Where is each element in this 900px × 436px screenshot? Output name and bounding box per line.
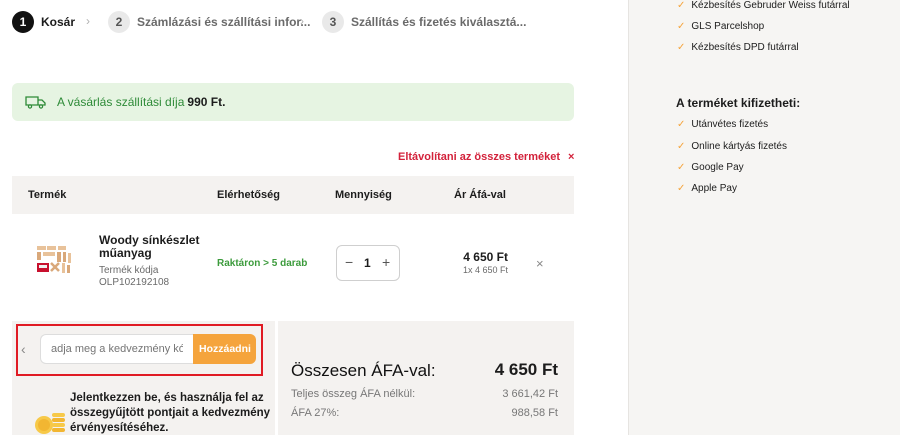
delivery-option-label: Kézbesítés Gebruder Weiss futárral [691,0,850,11]
payment-option: ✓ Utánvétes fizetés [677,119,768,130]
chevron-right-icon: › [300,14,304,28]
coupon-highlight-frame [16,324,263,376]
delivery-option: ✓ Kézbesítés DPD futárral [677,42,799,53]
remove-item-button[interactable]: × [536,256,544,271]
step-label: Számlázási és szállítási infor... [137,15,311,29]
step-number: 1 [12,11,34,33]
delivery-option: ✓ GLS Parcelshop [677,21,764,32]
shipping-fee-amount: 990 Ft. [187,95,226,109]
product-code-label: Termék kódja [99,265,159,276]
delivery-option: ✓ Kézbesítés Gebruder Weiss futárral [677,0,850,11]
payment-heading: A terméket kifizetheti: [676,96,801,110]
shipping-fee-banner: A vásárlás szállítási díja 990 Ft. [12,83,574,121]
step-label: Kosár [41,15,76,29]
total-without-vat-value: 3 661,42 Ft [502,388,558,400]
quantity-increase-button[interactable]: + [382,254,390,270]
truck-icon [25,96,46,109]
availability-status: Raktáron > 5 darab [217,258,308,269]
column-header-availability: Elérhetőség [217,189,280,201]
vat-value: 988,58 Ft [511,407,558,419]
quantity-decrease-button[interactable]: − [345,254,353,270]
step-cart[interactable]: 1 Kosár [12,10,75,34]
remove-all-button[interactable]: Eltávolítani az összes terméket × [398,151,574,163]
step-number: 3 [322,11,344,33]
payment-option-label: Google Pay [691,162,744,173]
payment-option-label: Utánvétes fizetés [691,119,769,130]
payment-option-label: Online kártyás fizetés [691,141,787,152]
check-icon: ✓ [677,183,686,194]
total-with-vat-value: 4 650 Ft [494,360,558,379]
quantity-stepper[interactable]: − 1 + [336,245,400,281]
quantity-value[interactable]: 1 [364,256,371,270]
check-icon: ✓ [677,119,686,130]
column-header-product: Termék [28,189,67,201]
total-without-vat-label: Teljes összeg ÁFA nélkül: [291,388,416,400]
product-code-value: OLP102192108 [99,277,170,288]
info-sidebar [628,0,900,435]
check-icon: ✓ [677,21,686,32]
payment-option: ✓ Online kártyás fizetés [677,141,787,152]
step-shipping-payment[interactable]: 3 Szállítás és fizetés kiválasztá... [322,10,526,34]
check-icon: ✓ [677,42,686,53]
payment-option: ✓ Google Pay [677,162,744,173]
total-with-vat-label: Összesen ÁFA-val: [291,361,436,380]
product-unit-price: 1x 4 650 Ft [462,265,508,275]
column-header-quantity: Mennyiség [335,189,392,201]
check-icon: ✓ [677,141,686,152]
delivery-option-label: GLS Parcelshop [691,21,765,32]
product-code: Termék kódja OLP102192108 [99,265,169,289]
product-name[interactable]: Woody sínkészlet műanyag [99,234,209,260]
payment-option-label: Apple Pay [691,183,737,194]
coins-icon [35,413,65,434]
vat-label: ÁFA 27%: [291,407,340,419]
product-price: 4 650 Ft [463,250,508,264]
remove-all-label: Eltávolítani az összes terméket [398,151,561,163]
column-header-price: Ár Áfá-val [454,189,506,201]
loyalty-login-text[interactable]: Jelentkezzen be, és használja fel az öss… [70,391,270,436]
cart-table-header: Termék Elérhetőség Mennyiség Ár Áfá-val [12,176,574,214]
delivery-option-label: Kézbesítés DPD futárral [691,42,799,53]
step-billing[interactable]: 2 Számlázási és szállítási infor... [108,10,310,34]
close-icon: × [568,151,575,163]
check-icon: ✓ [677,0,686,11]
check-icon: ✓ [677,162,686,173]
step-label: Szállítás és fizetés kiválasztá... [351,15,527,29]
step-number: 2 [108,11,130,33]
payment-option: ✓ Apple Pay [677,183,737,194]
chevron-right-icon: › [86,14,90,28]
product-image[interactable] [36,243,78,279]
shipping-fee-text: A vásárlás szállítási díja [57,95,185,109]
